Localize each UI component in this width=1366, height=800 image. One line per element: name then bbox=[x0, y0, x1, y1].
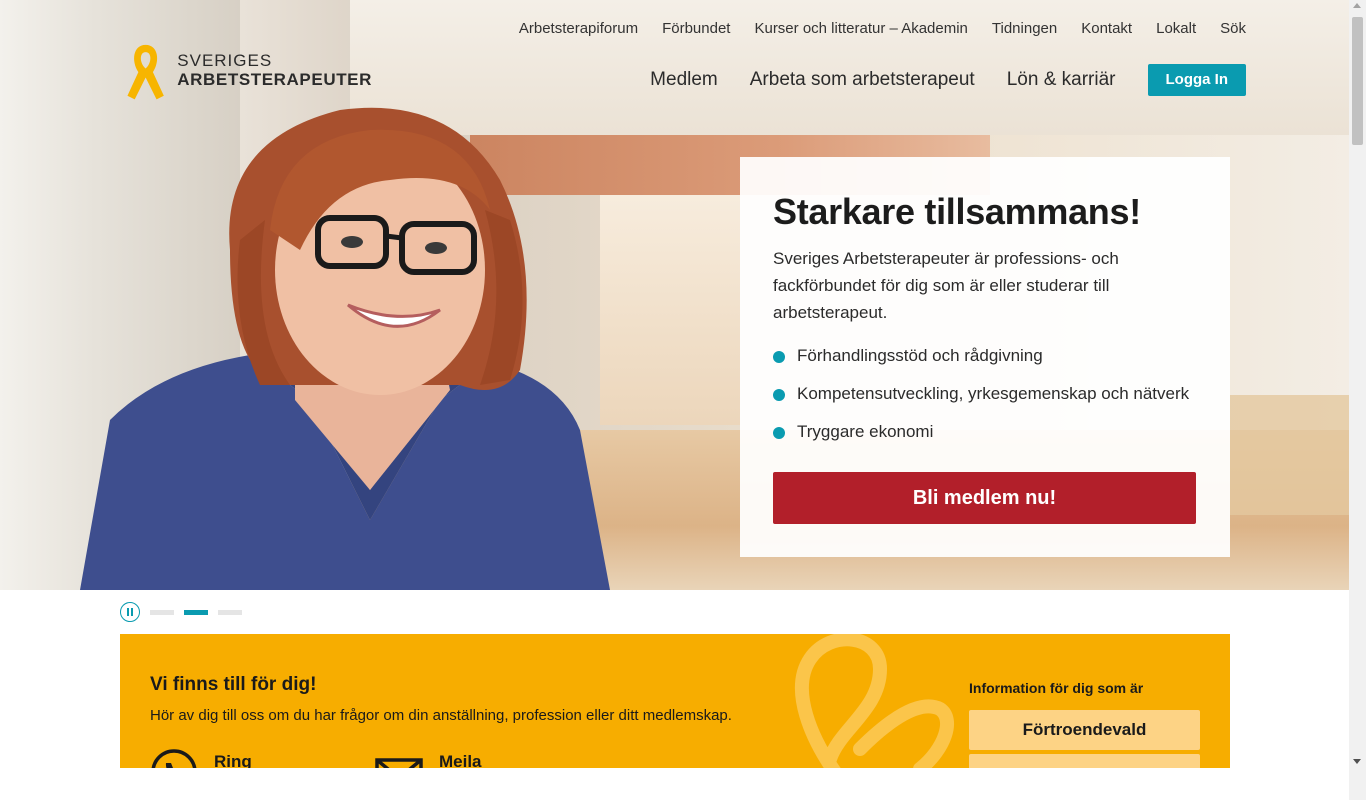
benefit-text: Kompetensutveckling, yrkesgemenskap och … bbox=[797, 384, 1190, 403]
top-link-kurser[interactable]: Kurser och litteratur – Akademin bbox=[754, 20, 967, 37]
phone-icon bbox=[151, 749, 197, 768]
list-item: Förhandlingsstöd och rådgivning bbox=[773, 346, 1197, 384]
scroll-down-icon[interactable] bbox=[1353, 759, 1361, 764]
contact-email[interactable]: Meila bbox=[375, 748, 482, 768]
bullet-dot-icon bbox=[773, 389, 785, 401]
page-scrollbar[interactable] bbox=[1349, 0, 1366, 800]
contact-email-label: Meila bbox=[439, 752, 482, 768]
scroll-thumb[interactable] bbox=[1352, 17, 1363, 145]
panel-title: Vi finns till för dig! bbox=[150, 674, 317, 695]
list-item: Kompetensutveckling, yrkesgemenskap och … bbox=[773, 384, 1197, 422]
top-link-tidningen[interactable]: Tidningen bbox=[992, 20, 1057, 37]
bullet-dot-icon bbox=[773, 427, 785, 439]
hero-card: Starkare tillsammans! Sveriges Arbetster… bbox=[740, 157, 1230, 557]
role-option-fortroendevald[interactable]: Förtroendevald bbox=[969, 710, 1200, 750]
main-navigation: Medlem Arbeta som arbetsterapeut Lön & k… bbox=[650, 64, 1246, 96]
mail-icon bbox=[375, 758, 423, 768]
bullet-dot-icon bbox=[773, 351, 785, 363]
panel-subtitle: Hör av dig till oss om du har frågor om … bbox=[150, 707, 732, 724]
contact-panel: Vi finns till för dig! Hör av dig till o… bbox=[120, 634, 1230, 768]
logo-line-2: ARBETSTERAPEUTER bbox=[177, 70, 372, 89]
top-link-lokalt[interactable]: Lokalt bbox=[1156, 20, 1196, 37]
contact-phone-label: Ring bbox=[214, 752, 252, 768]
benefit-text: Förhandlingsstöd och rådgivning bbox=[797, 346, 1043, 365]
logo-line-1: SVERIGES bbox=[177, 51, 273, 70]
pause-icon[interactable] bbox=[120, 602, 140, 622]
hero-intro: Sveriges Arbetsterapeuter är professions… bbox=[773, 249, 1119, 322]
list-item: Tryggare ekonomi bbox=[773, 422, 1197, 460]
main-link-arbeta[interactable]: Arbeta som arbetsterapeut bbox=[750, 69, 975, 91]
top-link-arbetsterapiforum[interactable]: Arbetsterapiforum bbox=[519, 20, 638, 37]
hero-photo-woman bbox=[80, 107, 610, 590]
hero-background-cabinet bbox=[1230, 395, 1349, 515]
main-link-lon-karriar[interactable]: Lön & karriär bbox=[1007, 69, 1116, 91]
top-link-sok[interactable]: Sök bbox=[1220, 20, 1246, 37]
info-title: Information för dig som är bbox=[969, 680, 1144, 696]
site-logo[interactable]: SVERIGES ARBETSTERAPEUTER bbox=[122, 38, 372, 108]
slider-controls bbox=[120, 602, 242, 622]
become-member-button[interactable]: Bli medlem nu! bbox=[773, 472, 1196, 524]
login-button[interactable]: Logga In bbox=[1147, 64, 1246, 96]
benefit-text: Tryggare ekonomi bbox=[797, 422, 934, 441]
info-for-role: Information för dig som är Förtroendeval… bbox=[969, 680, 1200, 768]
top-link-kontakt[interactable]: Kontakt bbox=[1081, 20, 1132, 37]
top-link-forbundet[interactable]: Förbundet bbox=[662, 20, 730, 37]
slide-indicator-1[interactable] bbox=[150, 609, 174, 615]
top-navigation: Arbetsterapiforum Förbundet Kurser och l… bbox=[519, 20, 1246, 37]
contact-phone[interactable]: Ring bbox=[150, 748, 252, 768]
slide-indicator-3[interactable] bbox=[218, 609, 242, 615]
scroll-up-icon[interactable] bbox=[1353, 3, 1361, 8]
hero-benefit-list: Förhandlingsstöd och rådgivning Kompeten… bbox=[773, 346, 1197, 460]
viewport-bottom bbox=[0, 768, 1349, 800]
main-link-medlem[interactable]: Medlem bbox=[650, 69, 718, 91]
ribbon-logo-icon bbox=[127, 44, 164, 100]
hero-title: Starkare tillsammans! bbox=[773, 191, 1141, 232]
role-option-next[interactable] bbox=[969, 754, 1200, 768]
slide-indicator-2[interactable] bbox=[184, 609, 208, 615]
ribbon-decoration-icon bbox=[795, 634, 955, 768]
